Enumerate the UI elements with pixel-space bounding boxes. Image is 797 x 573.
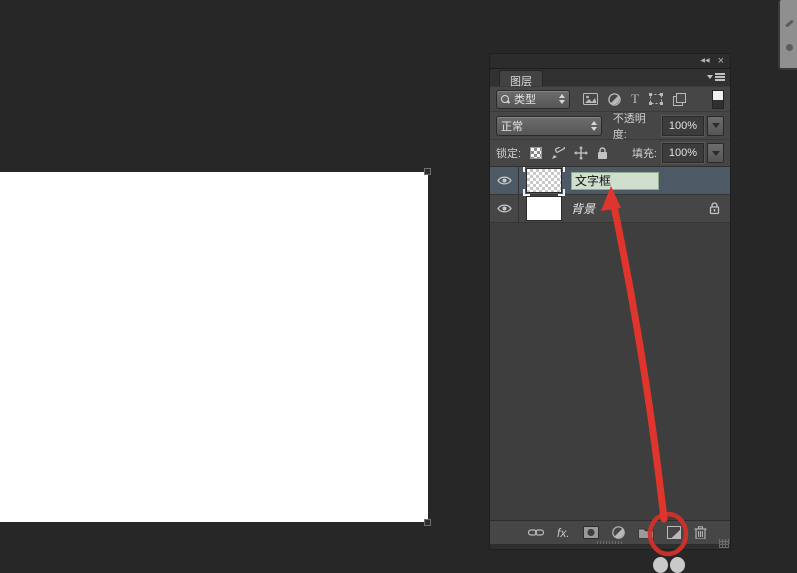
- opacity-label: 不透明度:: [612, 112, 646, 141]
- bracket-icon: [523, 189, 530, 196]
- triangle-down-icon: [711, 123, 720, 128]
- tool-icon: [786, 44, 793, 51]
- lock-label: 锁定:: [496, 148, 522, 160]
- smart-object-filter-icon[interactable]: [672, 92, 686, 106]
- filter-row: 类型 T: [490, 87, 730, 112]
- layer-thumbnail-selected[interactable]: [523, 167, 565, 196]
- panel-resize-grip[interactable]: [719, 539, 729, 548]
- new-group-icon[interactable]: [637, 527, 654, 539]
- pixel-layer-filter-icon[interactable]: [583, 93, 598, 105]
- collapsed-tools-dock[interactable]: [778, 0, 797, 70]
- filter-kind-dropdown[interactable]: 类型: [496, 89, 570, 109]
- panel-menu-icon[interactable]: [707, 73, 725, 81]
- lock-transparent-pixels-icon[interactable]: [530, 147, 543, 159]
- layer-name: 背景: [571, 202, 596, 216]
- delete-layer-icon[interactable]: [694, 526, 707, 539]
- collapse-panel-icon[interactable]: ◀◀: [700, 58, 709, 64]
- lock-position-icon[interactable]: [574, 146, 589, 160]
- filter-kind-label: 类型: [514, 94, 536, 106]
- opacity-dropdown-button[interactable]: [707, 115, 724, 136]
- canvas-corner-handle[interactable]: [424, 168, 431, 175]
- tool-icon: [785, 19, 794, 28]
- adjustment-layer-icon[interactable]: [611, 526, 625, 539]
- spinner-arrows-icon: [559, 94, 565, 104]
- triangle-down-icon: [711, 150, 720, 156]
- panel-tabbar: 图层: [490, 69, 730, 88]
- eye-icon: [496, 204, 512, 213]
- layers-list-empty-area: [490, 223, 730, 520]
- link-layers-icon[interactable]: [528, 528, 544, 537]
- layers-bottom-toolbar: fx.: [490, 520, 730, 544]
- canvas-corner-handle[interactable]: [424, 519, 431, 526]
- bracket-icon: [558, 167, 565, 172]
- lock-icons: [530, 146, 608, 160]
- lock-image-pixels-icon[interactable]: [551, 146, 566, 160]
- blend-mode-dropdown[interactable]: 正常: [496, 115, 602, 136]
- blend-mode-value: 正常: [501, 120, 523, 133]
- triangle-down-icon: [707, 75, 713, 79]
- layer-row-text-box[interactable]: [490, 167, 730, 196]
- opacity-value-field[interactable]: 100%: [662, 115, 704, 136]
- type-layer-filter-icon[interactable]: T: [631, 91, 639, 107]
- tab-layers[interactable]: 图层: [499, 70, 543, 88]
- close-panel-icon[interactable]: ×: [718, 55, 724, 67]
- lock-all-icon[interactable]: [597, 146, 608, 160]
- panel-bottom-edge: [490, 539, 730, 549]
- layer-row-background[interactable]: 背景: [490, 195, 730, 223]
- bracket-icon: [558, 189, 565, 196]
- spinner-arrows-icon: [590, 120, 597, 131]
- shape-layer-filter-icon[interactable]: [648, 93, 663, 105]
- layer-name-field[interactable]: [571, 171, 659, 190]
- layer-style-icon[interactable]: fx.: [557, 526, 570, 540]
- search-icon: [501, 94, 510, 104]
- layers-panel: ◀◀ × 图层 类型 T 正常 不透明度: 100% 锁定: 填充: 100% …: [489, 53, 731, 550]
- fill-value-field[interactable]: 100%: [662, 143, 704, 163]
- document-canvas[interactable]: [0, 172, 428, 522]
- blend-row: 正常 不透明度: 100%: [490, 112, 730, 141]
- visibility-toggle[interactable]: [490, 167, 519, 194]
- new-layer-icon[interactable]: [666, 526, 681, 539]
- fill-dropdown-button[interactable]: [707, 143, 724, 163]
- panel-titlebar: ◀◀ ×: [490, 54, 730, 69]
- filter-icons: T: [583, 91, 686, 107]
- eye-icon: [496, 176, 512, 185]
- fill-label: 填充:: [631, 148, 657, 160]
- layer-thumbnail[interactable]: [526, 196, 562, 221]
- filter-toggle-switch[interactable]: [712, 89, 724, 109]
- bracket-icon: [523, 167, 530, 172]
- menu-lines-icon: [715, 73, 725, 81]
- layer-mask-icon[interactable]: [582, 526, 599, 539]
- adjustment-layer-filter-icon[interactable]: [608, 92, 621, 106]
- layer-lock-icon: [709, 202, 720, 215]
- lock-row: 锁定: 填充: 100%: [490, 140, 730, 167]
- visibility-toggle[interactable]: [490, 195, 519, 222]
- layers-list: 背景: [490, 167, 730, 520]
